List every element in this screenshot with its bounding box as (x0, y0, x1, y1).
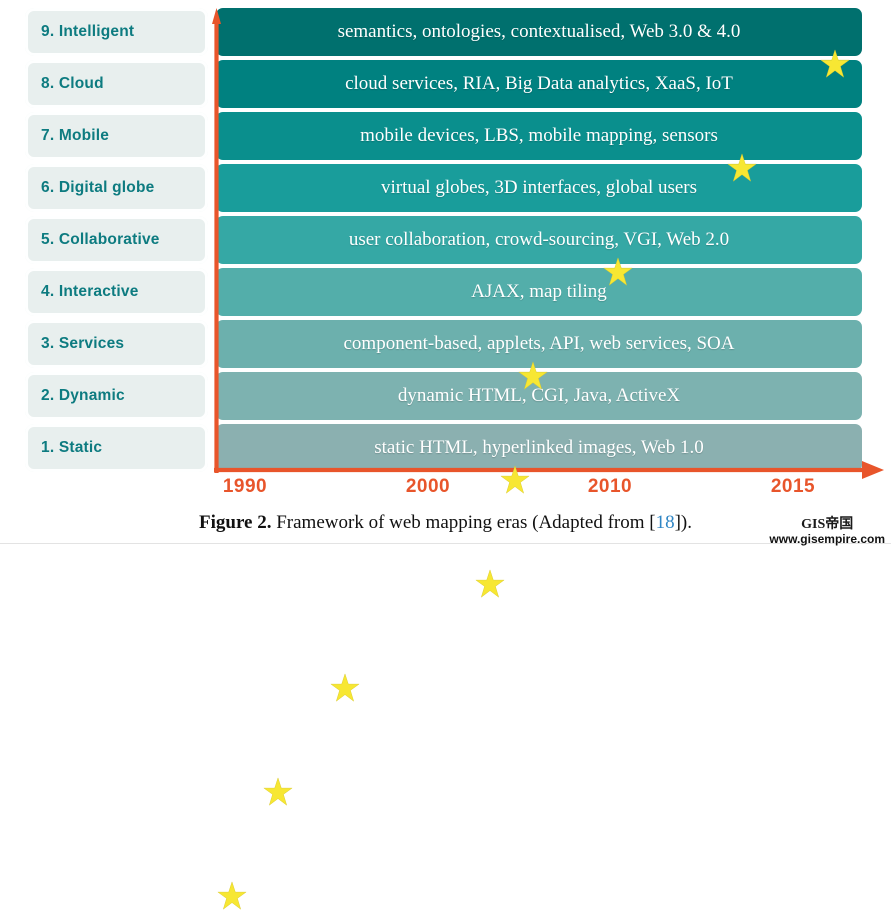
era-row: 7. Mobile mobile devices, LBS, mobile map… (0, 112, 891, 286)
era-bar-9[interactable]: semantics, ontologies, contextualised, W… (216, 8, 862, 56)
watermark: GIS帝国 www.gisempire.com (769, 517, 885, 546)
caption-text-after: ]). (674, 512, 692, 533)
era-row: 9. Intelligent semantics, ontologies, con… (0, 8, 891, 78)
caption-figure-number: Figure 2. (199, 512, 272, 533)
era-label-9[interactable]: 9. Intelligent (25, 8, 208, 56)
era-description: semantics, ontologies, contextualised, W… (337, 21, 741, 42)
era-bar-6[interactable]: virtual globes, 3D interfaces, global us… (216, 164, 862, 212)
era-label-text: 6. Digital globe (41, 179, 155, 196)
era-row: 4. Interactive AJAX, map tiling (0, 268, 891, 598)
era-bar-4[interactable]: AJAX, map tiling (216, 268, 862, 316)
web-mapping-eras-chart: 9. Intelligent semantics, ontologies, con… (0, 0, 891, 910)
figure-container: 9. Intelligent semantics, ontologies, con… (0, 0, 891, 910)
era-label-text: 5. Collaborative (41, 231, 160, 248)
era-label-3[interactable]: 3. Services (25, 320, 208, 368)
era-row: 3. Services component-based, applets, API… (0, 320, 891, 702)
bottom-divider (0, 543, 891, 544)
era-description: AJAX, map tiling (471, 281, 607, 302)
era-label-text: 4. Interactive (41, 283, 139, 300)
era-description: user collaboration, crowd-sourcing, VGI,… (348, 229, 730, 250)
era-bar-7[interactable]: mobile devices, LBS, mobile mapping, sen… (216, 112, 862, 160)
era-label-6[interactable]: 6. Digital globe (25, 164, 208, 212)
era-description: mobile devices, LBS, mobile mapping, sen… (360, 125, 718, 146)
era-bar-5[interactable]: user collaboration, crowd-sourcing, VGI,… (216, 216, 862, 264)
era-bar-8[interactable]: cloud services, RIA, Big Data analytics,… (216, 60, 862, 108)
era-label-5[interactable]: 5. Collaborative (25, 216, 208, 264)
era-label-1[interactable]: 1. Static (25, 424, 208, 472)
caption-citation-link[interactable]: 18 (656, 512, 675, 533)
watermark-url: www.gisempire.com (769, 531, 885, 546)
y-axis-arrow (212, 8, 221, 473)
era-label-7[interactable]: 7. Mobile (25, 112, 208, 160)
x-tick-2000: 2000 (405, 476, 451, 497)
era-row: 5. Collaborative user collaboration, crow… (0, 216, 891, 494)
era-description: dynamic HTML, CGI, Java, ActiveX (397, 385, 681, 406)
era-label-text: 8. Cloud (41, 75, 104, 92)
era-label-2[interactable]: 2. Dynamic (25, 372, 208, 420)
x-tick-1990: 1990 (222, 476, 268, 497)
era-label-text: 2. Dynamic (41, 387, 125, 404)
era-bar-2[interactable]: dynamic HTML, CGI, Java, ActiveX (216, 372, 862, 420)
era-row: 2. Dynamic dynamic HTML, CGI, Java, Activ… (0, 372, 891, 806)
era-row: 8. Cloud cloud services, RIA, Big Data an… (0, 60, 891, 182)
era-description: static HTML, hyperlinked images, Web 1.0 (374, 437, 704, 458)
era-label-4[interactable]: 4. Interactive (25, 268, 208, 316)
era-description: component-based, applets, API, web servi… (343, 333, 735, 354)
era-description: cloud services, RIA, Big Data analytics,… (345, 73, 733, 94)
era-label-text: 9. Intelligent (41, 23, 135, 40)
era-label-text: 1. Static (41, 439, 103, 456)
era-bar-3[interactable]: component-based, applets, API, web servi… (216, 320, 862, 368)
era-description: virtual globes, 3D interfaces, global us… (380, 177, 698, 198)
caption-text-before: Framework of web mapping eras (Adapted f… (271, 512, 656, 533)
x-tick-2010: 2010 (587, 476, 633, 497)
figure-caption: Figure 2. Framework of web mapping eras … (0, 512, 891, 534)
era-milestone-star-4 (475, 569, 505, 598)
era-milestone-star-1 (217, 881, 247, 910)
era-milestone-star-2 (263, 777, 293, 806)
era-label-text: 3. Services (41, 335, 125, 352)
era-label-text: 7. Mobile (41, 127, 110, 144)
era-label-8[interactable]: 8. Cloud (25, 60, 208, 108)
era-row: 6. Digital globe virtual globes, 3D inter… (0, 164, 891, 390)
watermark-logo: GIS帝国 (801, 517, 854, 532)
era-milestone-star-3 (330, 673, 360, 702)
x-tick-2015: 2015 (770, 476, 816, 497)
